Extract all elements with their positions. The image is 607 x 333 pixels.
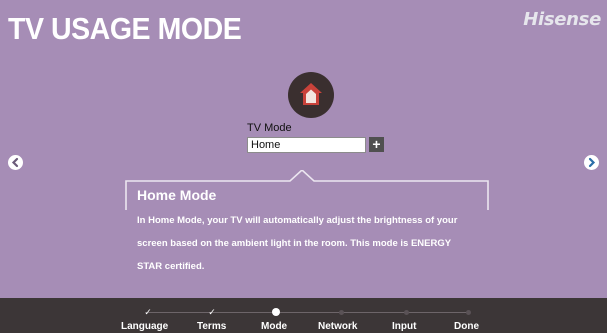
- step-input-pending-icon: [404, 310, 409, 315]
- chevron-right-icon: [588, 157, 596, 168]
- home-icon: [288, 72, 334, 118]
- step-label-terms: Terms: [197, 321, 227, 332]
- previous-button[interactable]: [8, 155, 23, 170]
- brand-logo: Hisense: [523, 9, 601, 30]
- step-network-pending-icon: [339, 310, 344, 315]
- step-label-mode: Mode: [261, 321, 288, 332]
- mode-options-button[interactable]: +: [369, 137, 384, 152]
- chevron-left-icon: [11, 157, 19, 168]
- info-title: Home Mode: [137, 187, 217, 203]
- progress-track: [148, 312, 468, 313]
- next-button[interactable]: [584, 155, 599, 170]
- tv-mode-select[interactable]: Home: [247, 137, 366, 153]
- info-description: In Home Mode, your TV will automatically…: [137, 215, 458, 272]
- step-language-check-icon: ✓: [144, 307, 152, 317]
- step-done-pending-icon: [466, 310, 471, 315]
- tv-mode-label: TV Mode: [247, 122, 292, 134]
- step-label-language: Language: [121, 321, 169, 332]
- setup-progress-bar: [0, 298, 607, 333]
- step-label-network: Network: [318, 321, 358, 332]
- step-mode-current-icon: [272, 308, 280, 316]
- step-label-input: Input: [392, 321, 417, 332]
- tv-mode-value: Home: [251, 139, 281, 151]
- step-label-done: Done: [454, 321, 479, 332]
- step-terms-check-icon: ✓: [208, 307, 216, 317]
- page-title: TV USAGE MODE: [8, 11, 242, 46]
